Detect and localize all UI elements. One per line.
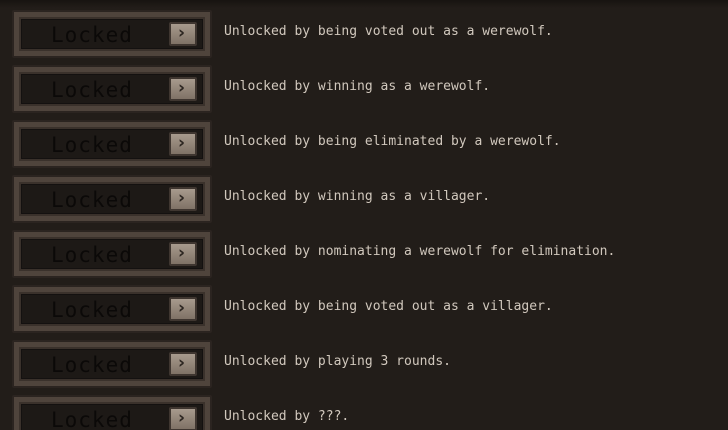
achievement-row: Locked › Unlocked by being voted out as … (0, 279, 728, 333)
status-label: Locked (51, 133, 133, 157)
status-box: Locked › (19, 17, 205, 51)
expand-button[interactable]: › (169, 187, 197, 211)
achievement-plate: Locked › (12, 120, 212, 168)
status-label: Locked (51, 23, 133, 47)
achievement-plate: Locked › (12, 10, 212, 58)
chevron-right-icon: › (178, 133, 186, 153)
status-box: Locked › (19, 72, 205, 106)
expand-button[interactable]: › (169, 407, 197, 430)
achievement-plate: Locked › (12, 230, 212, 278)
chevron-right-icon: › (178, 408, 186, 428)
achievements-panel: Locked › Unlocked by being voted out as … (0, 0, 728, 430)
expand-button[interactable]: › (169, 132, 197, 156)
achievement-description: Unlocked by winning as a villager. (224, 189, 491, 204)
achievement-plate: Locked › (12, 340, 212, 388)
achievement-plate: Locked › (12, 285, 212, 333)
achievement-plate: Locked › (12, 175, 212, 223)
expand-button[interactable]: › (169, 77, 197, 101)
achievement-description: Unlocked by nominating a werewolf for el… (224, 244, 616, 259)
achievement-row: Locked › Unlocked by winning as a villag… (0, 169, 728, 223)
status-label: Locked (51, 353, 133, 377)
status-box: Locked › (19, 237, 205, 271)
achievement-row: Locked › Unlocked by winning as a werewo… (0, 59, 728, 113)
expand-button[interactable]: › (169, 297, 197, 321)
chevron-right-icon: › (178, 188, 186, 208)
achievement-description: Unlocked by playing 3 rounds. (224, 354, 451, 369)
expand-button[interactable]: › (169, 22, 197, 46)
achievement-description: Unlocked by being eliminated by a werewo… (224, 134, 561, 149)
status-box: Locked › (19, 347, 205, 381)
chevron-right-icon: › (178, 298, 186, 318)
achievement-row: Locked › Unlocked by nominating a werewo… (0, 224, 728, 278)
achievement-row: Locked › Unlocked by being eliminated by… (0, 114, 728, 168)
chevron-right-icon: › (178, 353, 186, 373)
status-box: Locked › (19, 127, 205, 161)
chevron-right-icon: › (178, 23, 186, 43)
achievement-description: Unlocked by winning as a werewolf. (224, 79, 491, 94)
expand-button[interactable]: › (169, 242, 197, 266)
achievement-description: Unlocked by ???. (224, 409, 350, 424)
status-label: Locked (51, 298, 133, 322)
achievement-row: Locked › Unlocked by being voted out as … (0, 4, 728, 58)
status-box: Locked › (19, 402, 205, 430)
achievement-plate: Locked › (12, 65, 212, 113)
achievement-row: Locked › Unlocked by ???. (0, 389, 728, 430)
chevron-right-icon: › (178, 243, 186, 263)
achievement-description: Unlocked by being voted out as a village… (224, 299, 553, 314)
expand-button[interactable]: › (169, 352, 197, 376)
chevron-right-icon: › (178, 78, 186, 98)
achievement-description: Unlocked by being voted out as a werewol… (224, 24, 553, 39)
status-box: Locked › (19, 182, 205, 216)
status-label: Locked (51, 243, 133, 267)
status-label: Locked (51, 78, 133, 102)
status-label: Locked (51, 188, 133, 212)
status-box: Locked › (19, 292, 205, 326)
achievement-plate: Locked › (12, 395, 212, 430)
status-label: Locked (51, 408, 133, 430)
achievement-row: Locked › Unlocked by playing 3 rounds. (0, 334, 728, 388)
